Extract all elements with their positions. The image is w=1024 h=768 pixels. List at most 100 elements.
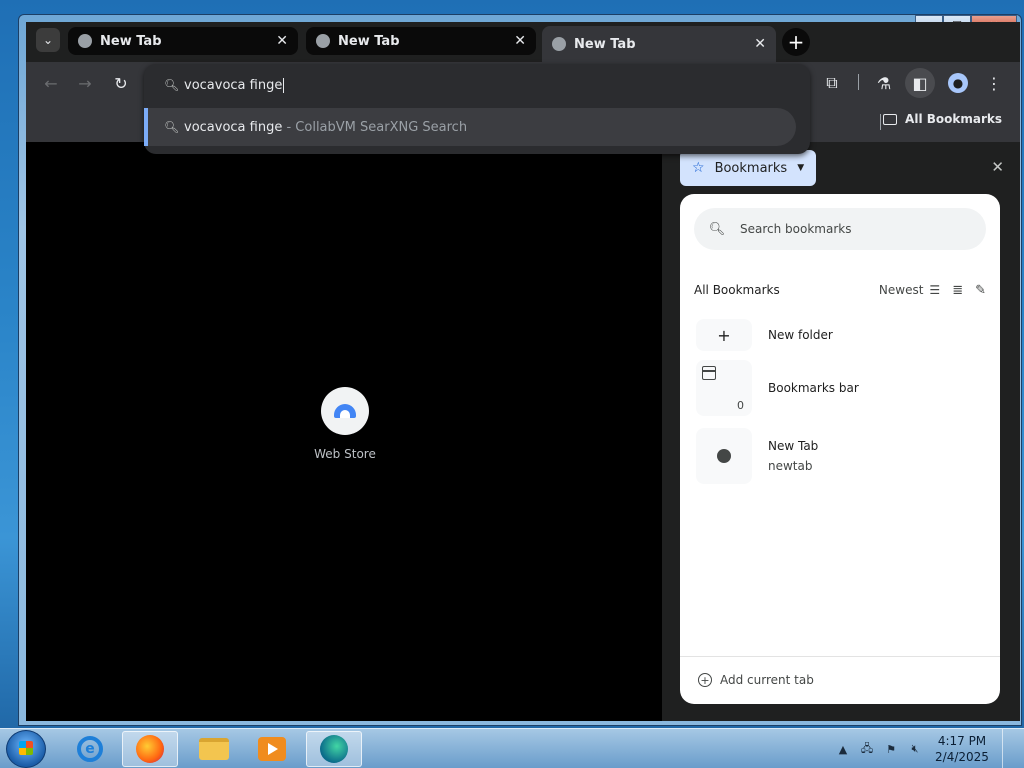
folder-icon <box>883 113 898 125</box>
toolbar-separator <box>858 74 859 90</box>
sort-icon: ☰ <box>929 283 941 297</box>
bookmarks-side-panel: ☆ Bookmarks ▼ ✕ 🔍︎ Search bookmarks All … <box>666 142 1020 721</box>
list-item-text: New Tab newtab <box>768 439 818 473</box>
bookmark-item-new-tab[interactable]: New Tab newtab <box>696 428 986 484</box>
text-caret <box>283 77 285 93</box>
globe-icon <box>78 34 92 48</box>
forward-button[interactable]: → <box>74 72 96 94</box>
taskbar-edge[interactable] <box>306 731 362 767</box>
back-button[interactable]: ← <box>40 72 62 94</box>
all-bookmarks-button[interactable]: All Bookmarks <box>883 112 1002 126</box>
side-panel-icon: ◧ <box>912 73 928 93</box>
edit-icon[interactable]: ✎ <box>975 283 986 298</box>
edge-icon <box>320 735 348 763</box>
item-count: 0 <box>737 399 744 412</box>
add-current-tab-button[interactable]: + Add current tab <box>690 665 822 695</box>
close-tab-icon[interactable]: ✕ <box>514 33 526 49</box>
menu-button[interactable]: ⋮ <box>982 71 1006 95</box>
add-icon: + <box>698 673 712 687</box>
system-tray: ▲ 🖧 ⚑ 🔇︎ 4:17 PM 2/4/2025 <box>836 729 1014 768</box>
start-button[interactable] <box>6 730 46 768</box>
list-view-icon[interactable]: ≣ <box>952 283 963 298</box>
tab-search-button[interactable]: ⌄ <box>36 28 60 52</box>
shortcut-label: Web Store <box>314 447 376 461</box>
volume-muted-icon[interactable]: 🔇︎ <box>908 742 922 756</box>
new-tab-page: Web Store <box>26 142 662 721</box>
puzzle-icon: ⧉ <box>826 73 838 92</box>
search-icon: 🔍︎ <box>164 120 180 134</box>
show-desktop-button[interactable] <box>1002 729 1014 768</box>
new-tab-button[interactable]: + <box>782 28 810 56</box>
list-item-text: Bookmarks bar <box>768 381 859 395</box>
web-store-icon <box>334 404 356 418</box>
side-panel-button[interactable]: ◧ <box>905 68 935 98</box>
suggestion-source: - CollabVM SearXNG Search <box>282 119 468 135</box>
side-panel-title: Bookmarks <box>714 160 788 176</box>
search-placeholder: Search bookmarks <box>740 222 852 236</box>
globe-icon <box>552 37 566 51</box>
clock-time: 4:17 PM <box>937 734 987 748</box>
sort-label: Newest <box>878 283 924 297</box>
search-icon: 🔍︎ <box>164 78 180 92</box>
reload-button[interactable]: ↻ <box>110 72 132 94</box>
bookmarks-header: All Bookmarks Newest ☰ ≣ ✎ <box>694 280 986 300</box>
tab-1[interactable]: New Tab ✕ <box>68 27 298 55</box>
close-side-panel-button[interactable]: ✕ <box>991 158 1004 176</box>
folder-icon <box>702 366 716 380</box>
extensions-button[interactable]: ⧉ <box>820 71 844 95</box>
clock-date: 2/4/2025 <box>935 750 989 764</box>
internet-explorer-icon: e <box>77 736 103 762</box>
bookmark-folder-bookmarks-bar[interactable]: 0 Bookmarks bar <box>696 360 986 416</box>
taskbar-internet-explorer[interactable]: e <box>62 731 118 767</box>
labs-button[interactable]: ⚗ <box>872 71 896 95</box>
tab-title: New Tab <box>338 33 400 49</box>
globe-icon <box>717 449 731 463</box>
favicon-container <box>696 428 752 484</box>
omnibox-input[interactable]: 🔍︎ vocavoca finge <box>144 66 810 104</box>
tab-title: New Tab <box>574 36 636 52</box>
tab-3-active[interactable]: New Tab ✕ <box>542 26 776 62</box>
suggestion-query: vocavoca finge <box>184 119 283 135</box>
network-icon[interactable]: 🖧 <box>860 742 874 756</box>
show-hidden-icons-icon[interactable]: ▲ <box>836 742 850 756</box>
close-tab-icon[interactable]: ✕ <box>754 36 766 52</box>
clock[interactable]: 4:17 PM 2/4/2025 <box>932 733 992 765</box>
browser-window: ⌄ New Tab ✕ New Tab ✕ New Tab ✕ + ← → ↻ … <box>26 22 1020 721</box>
add-current-tab-label: Add current tab <box>720 673 814 687</box>
taskbar-file-explorer[interactable] <box>186 731 242 767</box>
omnibox-suggestion[interactable]: 🔍︎ vocavoca finge - CollabVM SearXNG Sea… <box>144 108 796 146</box>
item-title: New folder <box>768 328 833 342</box>
tab-title: New Tab <box>100 33 162 49</box>
bookmarks-card: 🔍︎ Search bookmarks All Bookmarks Newest… <box>680 194 1000 704</box>
sort-button[interactable]: Newest ☰ <box>879 283 940 297</box>
side-panel-selector[interactable]: ☆ Bookmarks ▼ <box>680 150 817 186</box>
action-center-flag-icon[interactable]: ⚑ <box>884 742 898 756</box>
omnibox-text: vocavoca finge <box>184 77 283 93</box>
taskbar-media-player[interactable] <box>244 731 300 767</box>
item-title: Bookmarks bar <box>768 381 859 395</box>
side-panel-footer: + Add current tab <box>680 656 1000 704</box>
chevron-down-icon: ⌄ <box>42 33 54 47</box>
dropdown-arrow-icon: ▼ <box>797 163 805 173</box>
profile-icon: ● <box>948 73 968 93</box>
profile-button[interactable]: ● <box>946 71 970 95</box>
tab-strip: ⌄ New Tab ✕ New Tab ✕ New Tab ✕ + <box>26 22 1020 62</box>
globe-icon <box>316 34 330 48</box>
bookmarks-search-input[interactable]: 🔍︎ Search bookmarks <box>694 208 986 250</box>
folder-thumbnail: 0 <box>696 360 752 416</box>
tab-2[interactable]: New Tab ✕ <box>306 27 536 55</box>
flask-icon: ⚗ <box>876 73 892 93</box>
close-tab-icon[interactable]: ✕ <box>276 33 288 49</box>
windows-taskbar: e ▲ 🖧 ⚑ 🔇︎ 4:17 PM 2/4/2025 <box>0 728 1024 768</box>
new-folder-button[interactable]: + New folder <box>696 318 986 352</box>
shortcut-web-store[interactable]: Web Store <box>300 387 390 461</box>
item-url: newtab <box>768 459 813 473</box>
firefox-icon <box>136 735 164 763</box>
taskbar-firefox[interactable] <box>122 731 178 767</box>
star-icon: ☆ <box>692 160 705 176</box>
media-player-icon <box>258 737 286 761</box>
omnibox-dropdown: 🔍︎ vocavoca finge 🔍︎ vocavoca finge - Co… <box>144 64 810 154</box>
shortcut-icon-container <box>321 387 369 435</box>
all-bookmarks-label: All Bookmarks <box>905 112 1002 126</box>
folder-icon <box>199 738 229 760</box>
